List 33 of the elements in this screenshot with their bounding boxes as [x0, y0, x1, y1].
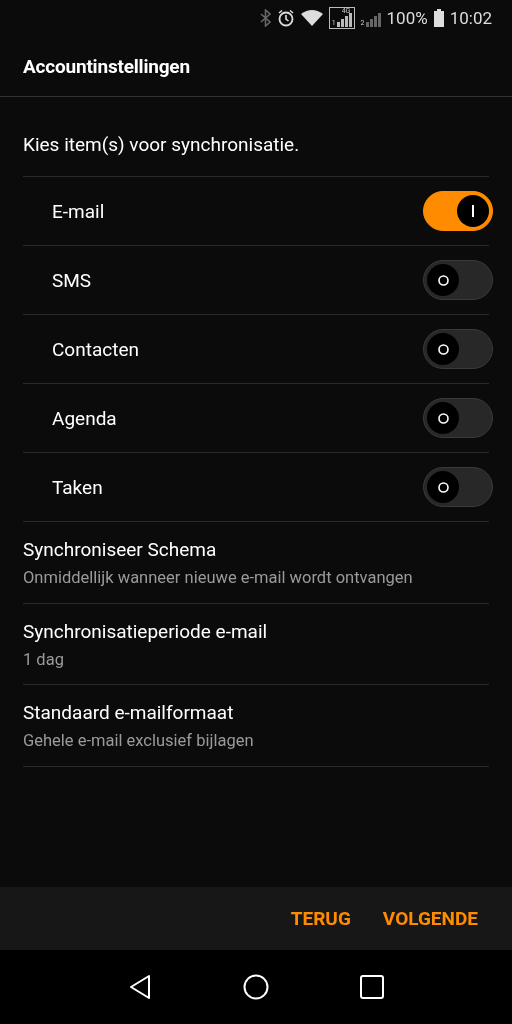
toggle-switch[interactable] [423, 191, 493, 231]
setting-value: Gehele e-mail exclusief bijlagen [23, 730, 255, 753]
sync-item-label: Taken [52, 475, 103, 499]
toggle-switch[interactable] [423, 467, 493, 507]
battery-percentage: 100% [386, 8, 428, 28]
home-icon[interactable] [243, 974, 269, 1000]
next-button[interactable]: VOLGENDE [370, 901, 490, 936]
off-icon [437, 481, 449, 493]
off-icon [437, 343, 449, 355]
setting-title[interactable]: Synchroniseer Schema [23, 538, 489, 561]
toggle-switch[interactable] [423, 260, 493, 300]
toggle-switch[interactable] [423, 329, 493, 369]
back-icon[interactable] [127, 974, 152, 1000]
sync-item-label: E-mail [52, 199, 105, 223]
setting-value: Onmiddellijk wanneer nieuwe e-mail wordt ontvangen [23, 567, 414, 589]
battery-icon [433, 9, 444, 27]
recents-icon[interactable] [360, 975, 385, 999]
clock-time: 10:02 [449, 8, 492, 28]
alarm-icon [276, 9, 295, 27]
sync-item-label: SMS [52, 268, 92, 292]
setting-title[interactable]: Standaard e-mailformaat [23, 701, 489, 725]
setting-value: 1 dag [23, 648, 65, 671]
off-icon [437, 412, 449, 424]
wifi-icon [300, 10, 323, 26]
sync-item-label: Agenda [52, 406, 117, 430]
intro-text: Kies item(s) voor synchronisatie. [22, 132, 301, 158]
setting-title[interactable]: Synchronisatieperiode e-mail [23, 619, 489, 643]
sync-item-label: Contacten [52, 337, 139, 361]
off-icon [437, 274, 449, 286]
screen-title: Accountinstellingen [23, 54, 190, 78]
bluetooth-icon [259, 9, 271, 27]
back-button[interactable]: TERUG [278, 901, 363, 936]
toggle-switch[interactable] [423, 398, 493, 438]
